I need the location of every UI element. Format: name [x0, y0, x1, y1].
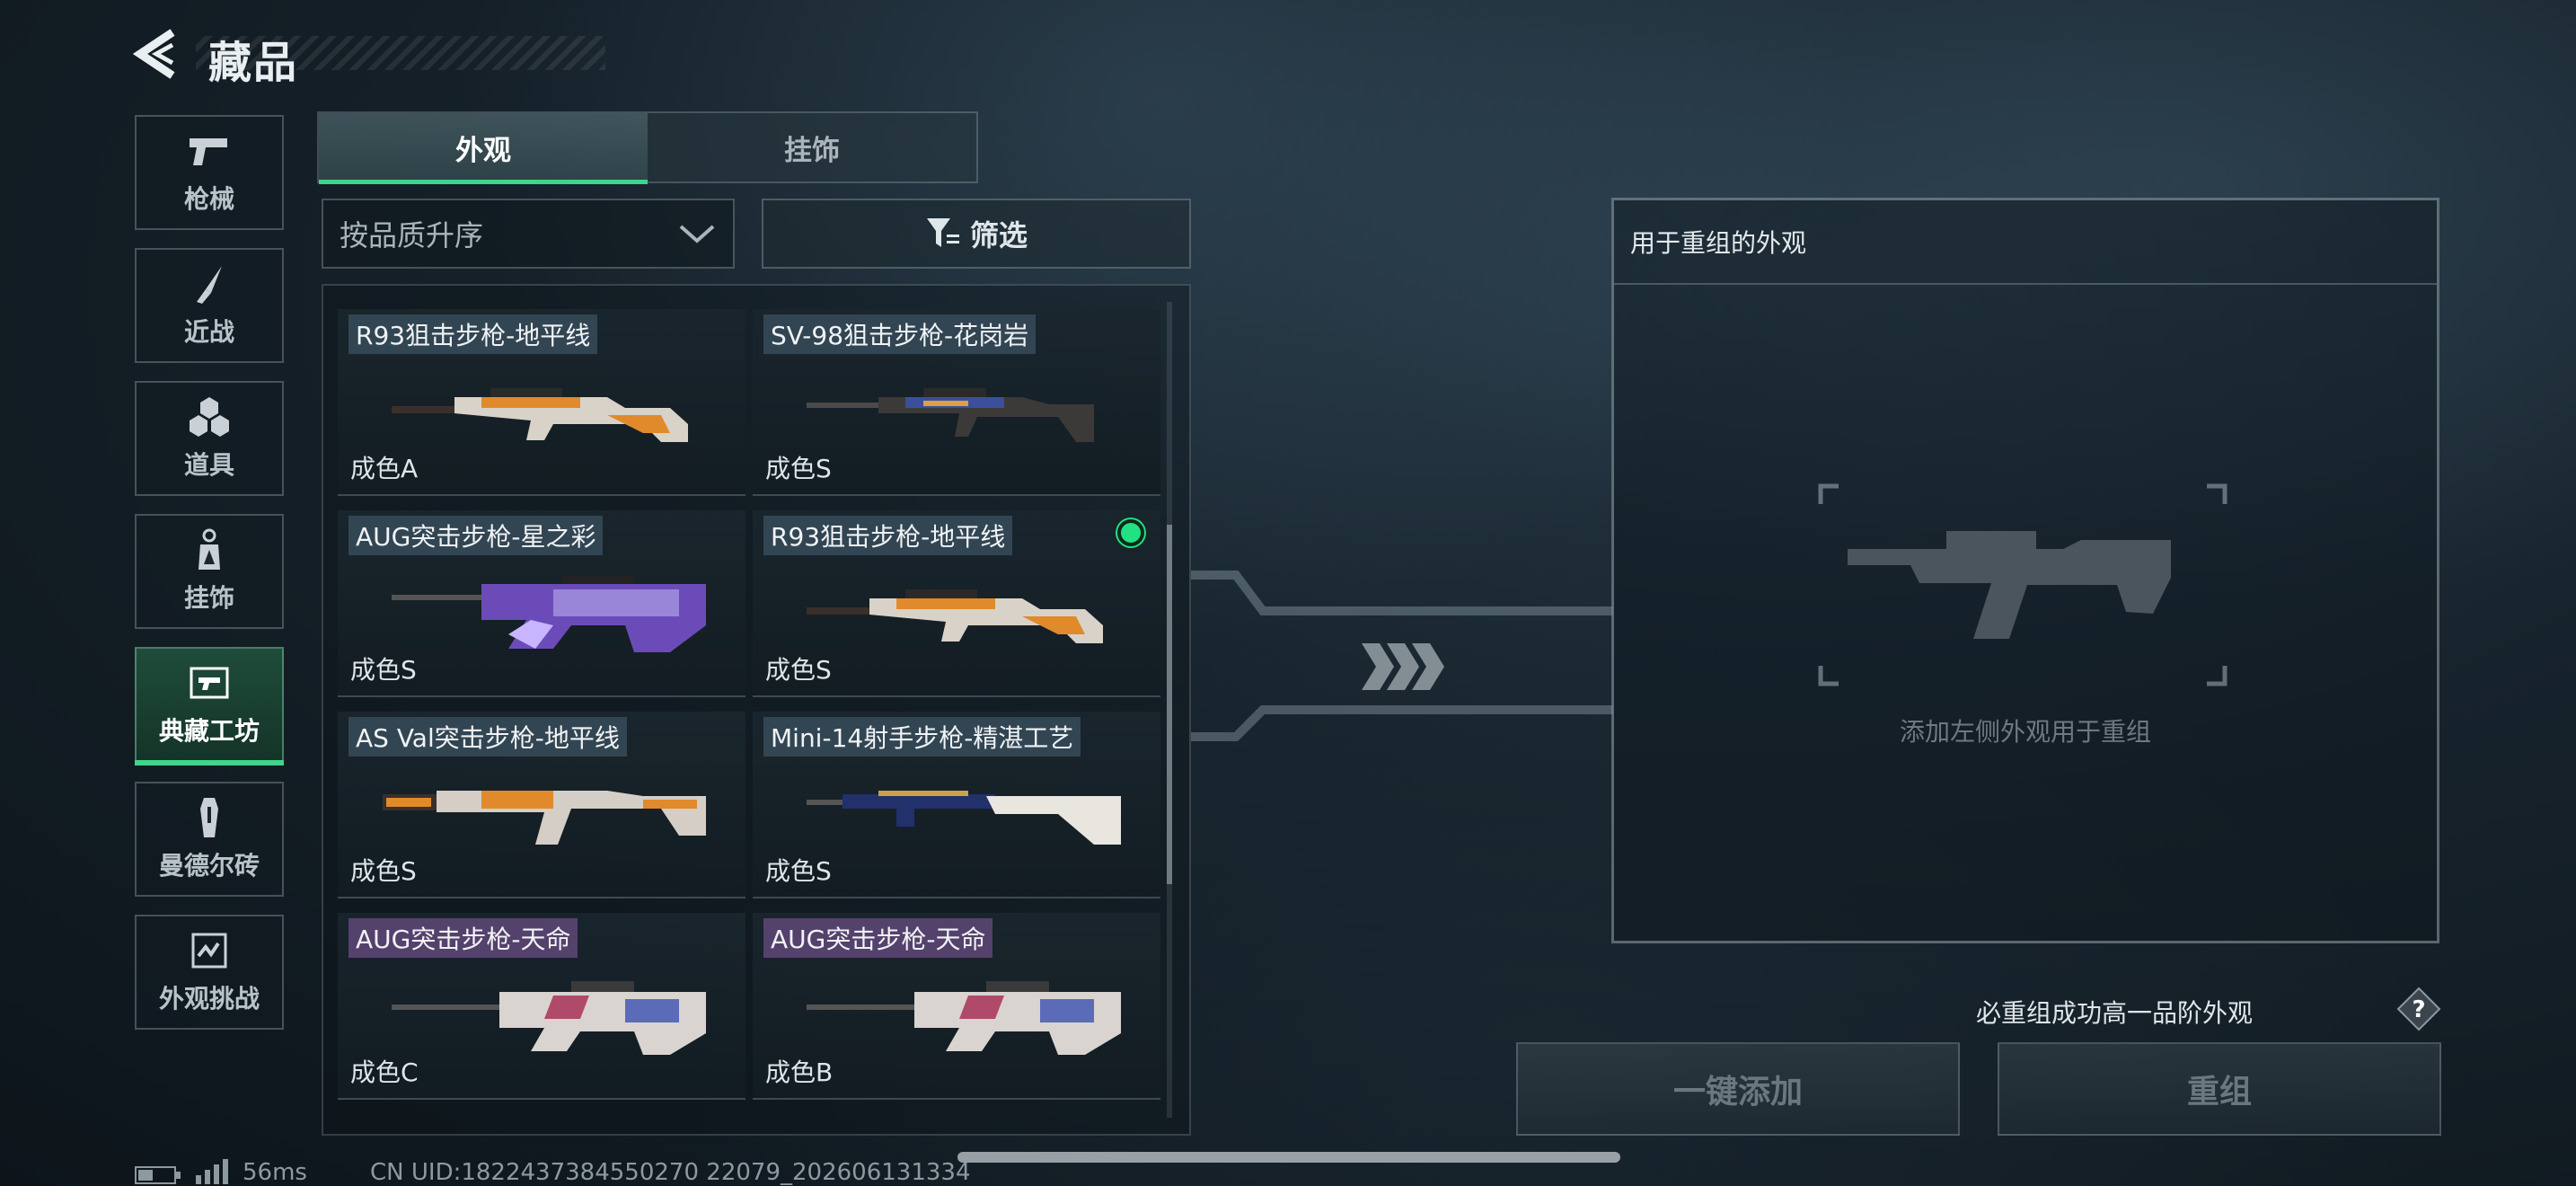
sidebar-item-label: 典藏工坊 [158, 716, 260, 746]
skin-card[interactable]: Mini-14射手步枪-精湛工艺 成色S [753, 712, 1160, 898]
sidebar-item-label: 挂饰 [183, 583, 234, 613]
add-all-button[interactable]: 一键添加 [1516, 1042, 1960, 1136]
sidebar-item-melee[interactable]: 近战 [135, 248, 284, 363]
sidebar-item-items[interactable]: 道具 [135, 381, 284, 496]
connector-graphic [1191, 571, 1613, 741]
sidebar-item-guns[interactable]: 枪械 [135, 115, 284, 230]
assault-rifle-image [383, 791, 706, 845]
tab-appearance[interactable]: 外观 [319, 113, 648, 184]
tab-charms[interactable]: 挂饰 [648, 113, 976, 181]
sort-dropdown[interactable]: 按品质升序 [322, 199, 735, 269]
cubes-icon [190, 397, 229, 437]
skin-card[interactable]: AUG突击步枪-星之彩 成色S [338, 510, 745, 697]
workshop-icon [190, 667, 229, 699]
skin-quality: 成色S [765, 856, 832, 886]
knife-icon [197, 266, 222, 304]
sidebar-item-label: 近战 [183, 317, 234, 347]
chevron-down-icon [679, 225, 715, 243]
help-icon[interactable]: ? [2396, 987, 2441, 1031]
sniper-rifle-image [392, 388, 688, 442]
sidebar-item-label: 外观挑战 [158, 984, 260, 1013]
filter-button[interactable]: 筛选 [762, 199, 1191, 269]
skin-name: AUG突击步枪-天命 [763, 918, 993, 958]
skin-quality: 成色S [350, 655, 417, 685]
sidebar-item-mandel-brick[interactable]: 曼德尔砖 [135, 782, 284, 897]
skin-quality: 成色S [765, 655, 832, 685]
skin-quality: 成色S [350, 856, 417, 886]
triple-chevron-icon [1362, 643, 1444, 690]
sidebar-item-charms[interactable]: 挂饰 [135, 514, 284, 629]
battery-icon [135, 1166, 181, 1184]
skin-quality: 成色S [765, 454, 832, 483]
skin-card[interactable]: AUG突击步枪-天命 成色C [338, 913, 745, 1100]
sidebar-item-skin-challenge[interactable]: 外观挑战 [135, 915, 284, 1030]
pistol-icon [190, 138, 227, 165]
equipped-indicator [1117, 519, 1144, 546]
brick-icon [200, 798, 218, 837]
challenge-icon [191, 933, 227, 969]
sidebar-item-label: 枪械 [183, 184, 234, 214]
recombine-panel: 用于重组的外观 添加左侧外观用于重组 [1611, 198, 2439, 943]
filter-icon [926, 218, 959, 247]
recombine-header: 用于重组的外观 [1614, 200, 2437, 285]
empty-slot-rifle-icon[interactable] [1812, 477, 2234, 693]
skin-quality: 成色A [350, 454, 419, 483]
recombine-title: 用于重组的外观 [1630, 228, 1807, 258]
sniper-rifle-image [807, 388, 1094, 442]
charm-icon [198, 528, 220, 570]
assault-rifle-image [392, 981, 706, 1055]
recombine-button[interactable]: 重组 [1998, 1042, 2441, 1136]
guarantee-text: 必重组成功高一品阶外观 [1976, 998, 2254, 1028]
filter-label: 筛选 [969, 218, 1028, 252]
skin-name: AS Val突击步枪-地平线 [348, 717, 627, 757]
skin-name: SV-98狙击步枪-花岗岩 [763, 314, 1037, 354]
sidebar-item-workshop[interactable]: 典藏工坊 [135, 647, 284, 766]
assault-rifle-image [392, 575, 706, 652]
skin-card[interactable]: AUG突击步枪-天命 成色B [753, 913, 1160, 1100]
marksman-rifle-image [807, 791, 1121, 845]
assault-rifle-image [807, 981, 1121, 1055]
sort-label: 按品质升序 [340, 218, 484, 252]
page-title: 藏品 [208, 38, 299, 88]
category-tabs: 外观 挂饰 [317, 111, 978, 184]
sidebar-item-label: 曼德尔砖 [158, 851, 260, 881]
skin-card[interactable]: SV-98狙击步枪-花岗岩 成色S [753, 309, 1160, 496]
skin-card[interactable]: R93狙击步枪-地平线 成色S [753, 510, 1160, 697]
home-indicator[interactable] [957, 1152, 1620, 1163]
back-arrow-icon[interactable] [133, 27, 180, 81]
sniper-rifle-image [807, 589, 1103, 643]
signal-icon [196, 1159, 228, 1184]
skin-name: AUG突击步枪-星之彩 [348, 516, 604, 555]
ping-text: 56ms [243, 1159, 307, 1186]
recombine-hint: 添加左侧外观用于重组 [1899, 717, 2151, 747]
skin-quality: 成色B [765, 1058, 834, 1087]
skin-quality: 成色C [350, 1058, 419, 1087]
skin-name: R93狙击步枪-地平线 [763, 516, 1013, 555]
skin-name: Mini-14射手步枪-精湛工艺 [763, 717, 1081, 757]
grid-scrollbar-thumb[interactable] [1167, 525, 1172, 884]
svg-text:?: ? [2412, 996, 2425, 1023]
skin-grid: R93狙击步枪-地平线 成色A SV-98狙击步枪-花岗岩 成色S AUG突击步… [322, 284, 1191, 1136]
skin-name: AUG突击步枪-天命 [348, 918, 578, 958]
uid-text: CN UID:1822437384550270 22079_2026061313… [370, 1159, 971, 1186]
skin-name: R93狙击步枪-地平线 [348, 314, 598, 354]
skin-card[interactable]: R93狙击步枪-地平线 成色A [338, 309, 745, 496]
skin-card[interactable]: AS Val突击步枪-地平线 成色S [338, 712, 745, 898]
sidebar-item-label: 道具 [183, 450, 234, 480]
